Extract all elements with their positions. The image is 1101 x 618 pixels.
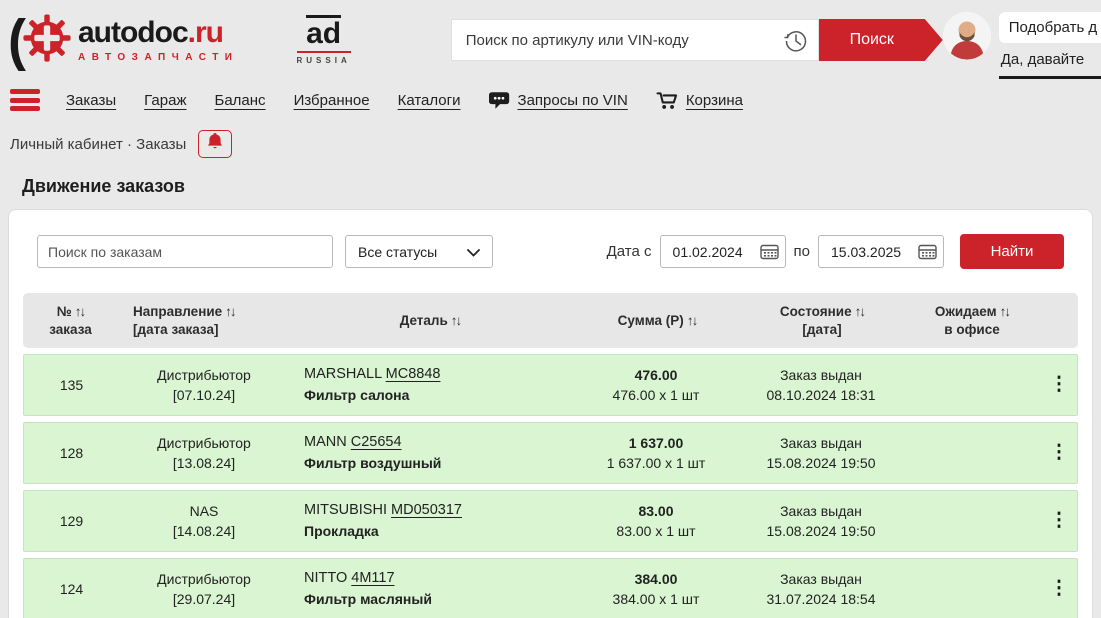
gear-icon xyxy=(18,9,76,72)
column-header[interactable]: Ожидаем ↑↓ в офисе xyxy=(902,303,1042,338)
logo-tagline: АВТОЗАПЧАСТИ xyxy=(77,51,239,63)
page-title: Движение заказов xyxy=(22,176,185,196)
cart-icon xyxy=(656,91,679,110)
calendar-icon[interactable] xyxy=(918,244,937,265)
top-bar: ( autodoc.ru АВТОЗАПЧАСТИ ad RUSSIA Поис… xyxy=(0,0,1101,80)
sort-arrows-icon: ↑↓ xyxy=(74,303,86,319)
order-number-cell: 135 xyxy=(59,376,84,393)
sum-cell: 83.00 83.00 x 1 шт xyxy=(616,502,696,539)
nav-item[interactable]: Гараж xyxy=(144,92,186,109)
assistant-widget: Подобрать д Да, давайте xyxy=(998,11,1101,79)
order-number-cell: 124 xyxy=(59,580,84,597)
orders-table: № ↑↓ заказа Направление ↑↓ [дата заказа] Д… xyxy=(23,293,1078,618)
direction-cell: Дистрибьютор [07.10.24] xyxy=(157,366,251,403)
notifications-button[interactable] xyxy=(198,130,233,158)
table-row: 135 Дистрибьютор [07.10.24] MARSHALL MC8… xyxy=(23,354,1078,416)
nav-item[interactable]: Баланс xyxy=(214,92,265,109)
global-search: Поиск xyxy=(450,19,943,61)
menu-icon[interactable] xyxy=(10,89,40,111)
sum-cell: 1 637.00 1 637.00 x 1 шт xyxy=(606,434,706,471)
part-cell: MANN C25654 Фильтр воздушный xyxy=(304,434,442,472)
kebab-menu-icon[interactable] xyxy=(1042,369,1077,401)
nav-item[interactable]: Заказы xyxy=(66,92,116,109)
column-header[interactable]: Состояние ↑↓ [дата] xyxy=(742,303,902,338)
chevron-down-icon xyxy=(467,244,480,260)
breadcrumb[interactable]: Личный кабинет · Заказы xyxy=(10,136,186,153)
part-cell: MITSUBISHI MD050317 Прокладка xyxy=(304,502,462,540)
kebab-menu-icon[interactable] xyxy=(1042,437,1077,469)
sort-arrows-icon: ↑↓ xyxy=(854,303,866,319)
logo-paren-shape: ( xyxy=(8,8,26,72)
order-number-cell: 128 xyxy=(59,444,84,461)
orders-panel: Все статусы Дата с по xyxy=(8,209,1093,618)
nav-item[interactable]: Каталоги xyxy=(398,92,461,109)
table-header: № ↑↓ заказа Направление ↑↓ [дата заказа] Д… xyxy=(23,293,1078,348)
status-cell: Заказ выдан 15.08.2024 19:50 xyxy=(766,434,876,471)
direction-cell: Дистрибьютор [29.07.24] xyxy=(157,570,251,607)
assistant-reply-button[interactable]: Да, давайте xyxy=(998,43,1101,79)
vin-chat-icon xyxy=(488,91,511,110)
row-menu-cell xyxy=(1041,573,1077,605)
column-header[interactable]: № ↑↓ заказа xyxy=(23,303,118,338)
main-nav-row: Заказы Гараж Баланс Избранное Каталоги З… xyxy=(10,84,1101,116)
global-search-input[interactable] xyxy=(451,20,818,60)
column-header[interactable]: Сумма (Р) ↑↓ xyxy=(572,312,742,330)
nav-item[interactable]: Корзина xyxy=(656,91,743,110)
main-nav: Заказы Гараж Баланс Избранное Каталоги З… xyxy=(66,91,743,110)
ad-russia-logo: ad RUSSIA xyxy=(296,15,351,65)
date-from-label: Дата с xyxy=(606,243,652,260)
status-cell: Заказ выдан 15.08.2024 19:50 xyxy=(766,502,876,539)
direction-cell: NAS [14.08.24] xyxy=(172,502,236,539)
table-row: 129 NAS [14.08.24] MITSUBISHI MD050317 П… xyxy=(23,490,1078,552)
table-row: 128 Дистрибьютор [13.08.24] MANN C25654 … xyxy=(23,422,1078,484)
bell-icon xyxy=(208,133,223,155)
part-cell: NITTO 4M117 Фильтр масляный xyxy=(304,570,432,608)
date-to-label: по xyxy=(793,243,810,260)
kebab-menu-icon[interactable] xyxy=(1042,505,1077,537)
sort-arrows-icon: ↑↓ xyxy=(999,303,1011,319)
row-menu-cell xyxy=(1041,505,1077,537)
order-number-cell: 129 xyxy=(59,512,84,529)
status-select[interactable]: Все статусы xyxy=(345,235,493,268)
sum-cell: 384.00 384.00 x 1 шт xyxy=(612,570,700,607)
status-cell: Заказ выдан 31.07.2024 18:54 xyxy=(766,570,876,607)
direction-cell: Дистрибьютор [13.08.24] xyxy=(157,434,251,471)
nav-item[interactable]: Избранное xyxy=(294,92,370,109)
ad-logo-underline xyxy=(296,51,351,53)
status-cell: Заказ выдан 08.10.2024 18:31 xyxy=(766,366,876,403)
search-button[interactable]: Поиск xyxy=(819,19,943,61)
sort-arrows-icon: ↑↓ xyxy=(686,312,698,328)
logo-wordmark: autodoc.ru xyxy=(77,15,224,49)
kebab-menu-icon[interactable] xyxy=(1042,573,1077,605)
row-menu-cell xyxy=(1041,437,1077,469)
find-button[interactable]: Найти xyxy=(960,234,1064,269)
sort-arrows-icon: ↑↓ xyxy=(225,303,236,319)
sort-arrows-icon: ↑↓ xyxy=(450,312,462,328)
column-header[interactable]: Деталь ↑↓ xyxy=(288,312,572,330)
avatar[interactable] xyxy=(942,11,991,60)
article-link[interactable]: C25654 xyxy=(351,434,402,450)
autodoc-logo[interactable]: ( autodoc.ru АВТОЗАПЧАСТИ xyxy=(8,9,239,72)
column-header[interactable]: Направление ↑↓ [дата заказа] xyxy=(118,303,288,338)
calendar-icon[interactable] xyxy=(759,244,779,265)
row-menu-cell xyxy=(1041,369,1077,401)
nav-item[interactable]: Запросы по VIN xyxy=(488,91,628,110)
order-search-input[interactable] xyxy=(37,235,333,268)
filters-bar: Все статусы Дата с по xyxy=(23,234,1078,269)
search-history-icon[interactable] xyxy=(782,27,810,60)
article-link[interactable]: MD050317 xyxy=(391,502,462,518)
assistant-prompt: Подобрать д xyxy=(998,11,1101,43)
part-cell: MARSHALL MC8848 Фильтр салона xyxy=(304,366,441,404)
article-link[interactable]: MC8848 xyxy=(386,366,441,382)
sum-cell: 476.00 476.00 x 1 шт xyxy=(612,366,700,403)
table-row: 124 Дистрибьютор [29.07.24] NITTO 4M117 … xyxy=(23,558,1078,618)
article-link[interactable]: 4M117 xyxy=(351,570,394,586)
table-body: 135 Дистрибьютор [07.10.24] MARSHALL MC8… xyxy=(23,354,1078,618)
